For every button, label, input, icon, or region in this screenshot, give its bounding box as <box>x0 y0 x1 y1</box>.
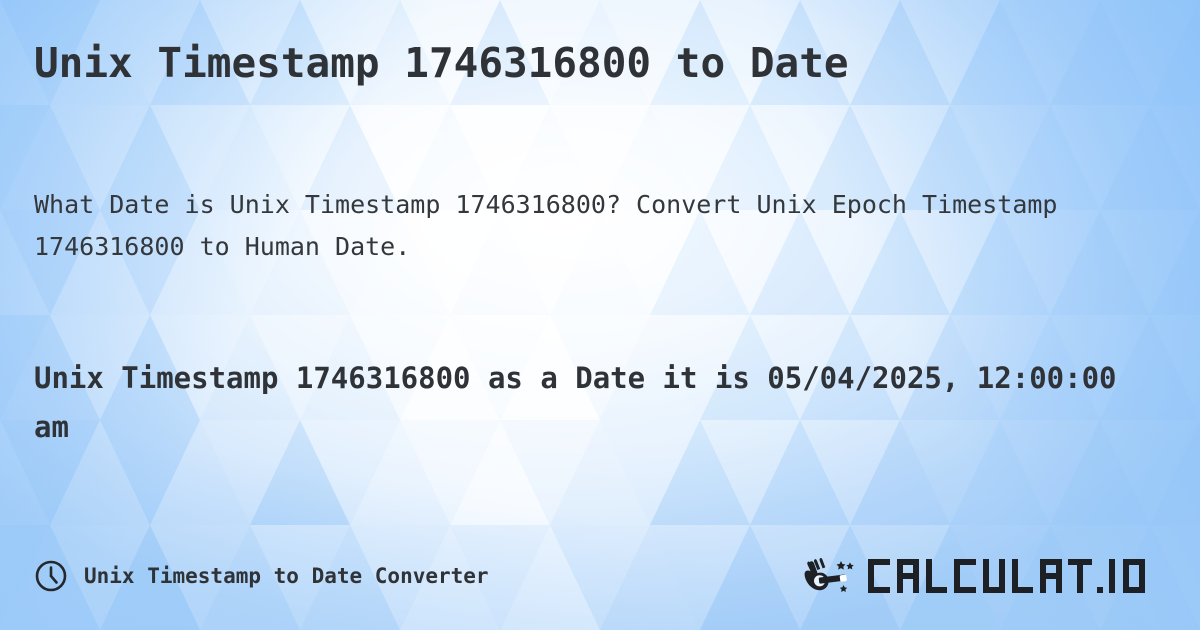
page-description: What Date is Unix Timestamp 1746316800? … <box>34 190 1058 261</box>
clock-icon <box>35 560 67 592</box>
og-card: Unix Timestamp 1746316800 to Date What D… <box>0 0 1200 630</box>
footer-label: Unix Timestamp to Date Converter <box>84 564 489 588</box>
conversion-result: Unix Timestamp 1746316800 as a Date it i… <box>34 361 1117 444</box>
footer: Unix Timestamp to Date Converter <box>34 550 1166 602</box>
page-title: Unix Timestamp 1746316800 to Date <box>34 39 849 87</box>
brand-logo[interactable]: CALCULAT.IO <box>802 555 1166 597</box>
hand-magic-wand-icon <box>804 557 854 592</box>
footer-branding-left: Unix Timestamp to Date Converter <box>34 559 489 593</box>
card-content: Unix Timestamp 1746316800 to Date What D… <box>0 0 1200 630</box>
brand-wordmark: CALCULAT.IO <box>868 559 1145 593</box>
